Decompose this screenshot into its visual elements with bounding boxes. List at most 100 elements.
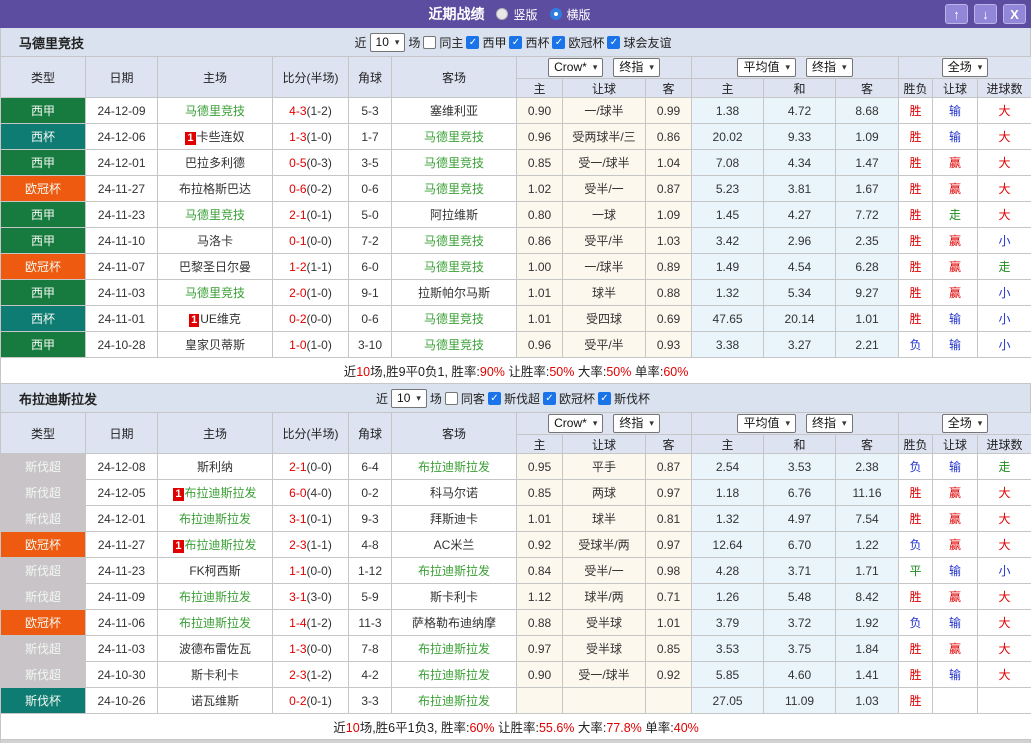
match-date: 24-10-30	[86, 662, 158, 688]
match-date: 24-12-01	[86, 506, 158, 532]
home-team-name: 马德里竞技	[185, 104, 245, 118]
match-row: 欧冠杯24-11-27布拉格斯巴达0-6(0-2)0-6马德里竞技1.02受半/…	[1, 176, 1031, 202]
avg-home: 3.79	[692, 610, 764, 636]
league-checkbox[interactable]: ✓	[552, 36, 565, 49]
away-team: 萨格勒布迪纳摩	[392, 610, 517, 636]
home-team-name: UE维克	[200, 312, 241, 326]
corners-cell: 0-6	[349, 306, 392, 332]
sub-column-header: 让球	[933, 79, 978, 98]
result-goals: 小	[978, 306, 1031, 332]
result-handicap: 输	[933, 662, 978, 688]
league-badge: 斯伐超	[1, 584, 86, 610]
unit-label: 场	[408, 34, 420, 51]
odds-handicap: 一/球半	[563, 254, 646, 280]
score-cell: 0-2(0-1)	[273, 688, 349, 714]
odds-home: 0.84	[517, 558, 563, 584]
sub-column-header: 和	[764, 79, 836, 98]
final-odds-select[interactable]: 终指▾	[613, 414, 660, 433]
result-outcome: 胜	[899, 150, 933, 176]
league-checkbox[interactable]: ✓	[543, 392, 556, 405]
league-badge: 斯伐超	[1, 480, 86, 506]
league-checkbox[interactable]: ✓	[598, 392, 611, 405]
avg-away: 8.68	[836, 98, 899, 124]
summary-text: 近10场,胜9平0负1, 胜率:90% 让胜率:50% 大率:50% 单率:60…	[1, 358, 1031, 384]
sub-column-header: 和	[764, 435, 836, 454]
final-odds-select[interactable]: 终指▾	[613, 58, 660, 77]
odds-away: 0.89	[646, 254, 692, 280]
bookmaker-select[interactable]: Crow*▾	[548, 414, 603, 433]
away-team: 拜斯迪卡	[392, 506, 517, 532]
select-value: 10	[397, 391, 410, 406]
average-select[interactable]: 平均值▾	[737, 58, 796, 77]
move-up-button[interactable]: ↑	[945, 4, 968, 24]
half-time-score: (1-1)	[307, 538, 332, 552]
match-count-select[interactable]: 10 ▾	[391, 389, 427, 408]
header-dropdown-group: Crow*▾ 终指▾	[517, 413, 692, 435]
avg-away: 7.54	[836, 506, 899, 532]
avg-home: 4.28	[692, 558, 764, 584]
select-value: 平均值	[743, 416, 779, 431]
half-time-score: (1-2)	[307, 616, 332, 630]
match-count-select[interactable]: 10▾	[370, 33, 406, 52]
summary-part: 50%	[606, 365, 631, 379]
scope-select[interactable]: 全场▾	[942, 58, 989, 77]
odds-handicap: 受半球	[563, 610, 646, 636]
select-value: 终指	[812, 416, 836, 431]
home-team: 巴拉多利德	[158, 150, 273, 176]
away-team-name: 布拉迪斯拉发	[418, 460, 490, 474]
corners-cell: 5-9	[349, 584, 392, 610]
radio-checked-icon[interactable]	[550, 8, 562, 20]
match-row: 西甲24-10-28皇家贝蒂斯1-0(1-0)3-10马德里竞技0.96受平/半…	[1, 332, 1031, 358]
league-badge: 斯伐超	[1, 636, 86, 662]
radio-icon[interactable]	[496, 8, 508, 20]
final-odds-select[interactable]: 终指▾	[806, 58, 853, 77]
odds-home: 0.80	[517, 202, 563, 228]
result-goals: 小	[978, 558, 1031, 584]
home-team: 巴黎圣日尔曼	[158, 254, 273, 280]
league-checkbox[interactable]: ✓	[509, 36, 522, 49]
bookmaker-select[interactable]: Crow*▾	[548, 58, 603, 77]
layout-radio-horizontal[interactable]: 横版	[550, 6, 591, 23]
radio-horizontal-label: 横版	[567, 6, 591, 23]
result-outcome: 负	[899, 332, 933, 358]
average-select[interactable]: 平均值▾	[737, 414, 796, 433]
result-handicap	[933, 688, 978, 714]
league-checkbox[interactable]: ✓	[466, 36, 479, 49]
match-row: 斯伐超24-12-01布拉迪斯拉发3-1(0-1)9-3拜斯迪卡1.01球半0.…	[1, 506, 1031, 532]
result-outcome: 负	[899, 454, 933, 480]
odds-handicap: 一球	[563, 202, 646, 228]
filter-bar: 近10▾场同客✓斯伐超✓欧冠杯✓斯伐杯	[216, 389, 1030, 408]
odds-handicap: 受平/半	[563, 332, 646, 358]
league-checkbox[interactable]: ✓	[607, 36, 620, 49]
close-button[interactable]: X	[1003, 4, 1026, 24]
home-team: 1布拉迪斯拉发	[158, 532, 273, 558]
full-time-score: 1-4	[289, 616, 306, 630]
chevron-down-icon: ▾	[978, 60, 983, 75]
same-venue-checkbox[interactable]	[445, 392, 458, 405]
league-checkbox[interactable]: ✓	[488, 392, 501, 405]
scope-select[interactable]: 全场▾	[942, 414, 989, 433]
arrow-up-icon: ↑	[953, 8, 960, 21]
radio-vertical-label: 竖版	[513, 6, 537, 23]
layout-radio-vertical[interactable]: 竖版	[496, 6, 537, 23]
titlebar: 近期战绩 竖版 横版 ↑ ↓ X	[0, 0, 1031, 28]
result-handicap: 赢	[933, 176, 978, 202]
final-odds-select[interactable]: 终指▾	[806, 414, 853, 433]
half-time-score: (0-0)	[307, 564, 332, 578]
odds-away: 0.97	[646, 532, 692, 558]
match-date: 24-11-03	[86, 280, 158, 306]
same-venue-checkbox[interactable]	[423, 36, 436, 49]
home-team-name: 布拉格斯巴达	[179, 182, 251, 196]
result-handicap: 赢	[933, 584, 978, 610]
away-team: 拉斯帕尔马斯	[392, 280, 517, 306]
avg-home: 20.02	[692, 124, 764, 150]
column-header: 类型	[1, 57, 86, 98]
move-down-button[interactable]: ↓	[974, 4, 997, 24]
avg-home: 1.38	[692, 98, 764, 124]
odds-handicap: 球半	[563, 280, 646, 306]
avg-draw: 2.96	[764, 228, 836, 254]
summary-part: 单率:	[631, 365, 663, 379]
chevron-down-icon: ▾	[416, 391, 421, 406]
away-team-name: 马德里竞技	[424, 312, 484, 326]
home-team-name: 诺瓦维斯	[191, 694, 239, 708]
